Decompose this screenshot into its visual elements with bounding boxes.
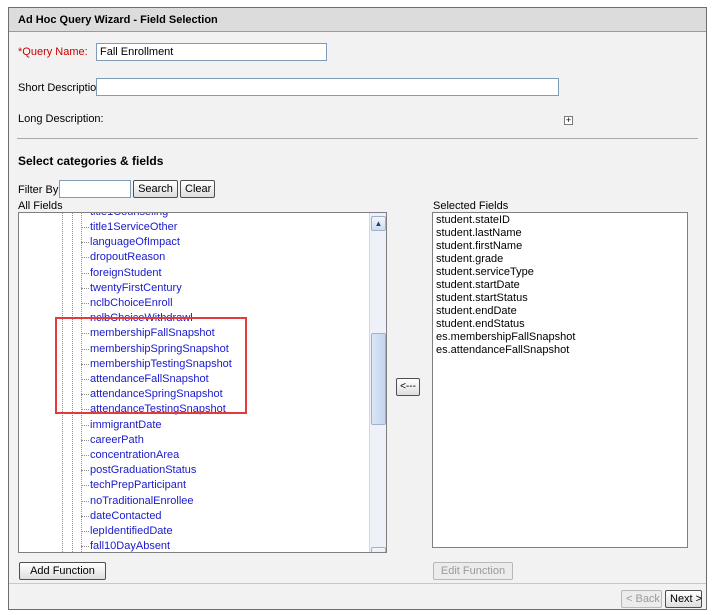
selected-field-item[interactable]: student.serviceType (433, 266, 687, 279)
tree-connector (81, 257, 89, 259)
filter-label: Filter By (18, 184, 59, 196)
tree-item-label: postGraduationStatus (90, 464, 197, 477)
arrow-up-icon[interactable]: ▲ (371, 216, 386, 231)
selected-field-item[interactable]: student.endStatus (433, 318, 687, 331)
tree-item-label: dropoutReason (90, 251, 166, 264)
tree-item-label: lepIdentifiedDate (90, 525, 173, 537)
selected-field-item[interactable]: student.startStatus (433, 292, 687, 305)
divider (17, 138, 698, 139)
tree-item-label: dateContacted (90, 509, 162, 522)
tree-item-label: techPrepParticipant (90, 479, 186, 492)
selected-field-item[interactable]: student.endDate (433, 305, 687, 318)
short-description-input[interactable] (96, 78, 559, 96)
selected-field-item[interactable]: es.attendanceFallSnapshot (433, 344, 687, 357)
long-description-label: Long Description: (18, 113, 104, 125)
selected-list: student.stateID student.lastName student.f… (433, 214, 687, 357)
wizard-window: Ad Hoc Query Wizard - Field Selection *Q… (8, 7, 707, 610)
tree-item-label: title1ServiceOther (90, 221, 178, 233)
query-name-label-text: Query Name: (22, 46, 88, 58)
tree-connector (81, 500, 89, 502)
tree-connector (81, 531, 89, 532)
tree-item-label: careerPath (90, 433, 144, 446)
selected-field-item[interactable]: student.lastName (433, 227, 687, 240)
tree-connector (81, 546, 89, 548)
tree-item-label: fall10DayAbsent (90, 540, 171, 553)
tree-connector (81, 227, 89, 228)
selected-field-item[interactable]: student.grade (433, 253, 687, 266)
short-description-label: Short Description: (18, 82, 106, 94)
selected-field-item[interactable]: student.stateID (433, 214, 687, 227)
back-button[interactable]: < Back (621, 590, 662, 608)
all-fields-label: All Fields (18, 200, 63, 212)
search-button[interactable]: Search (133, 180, 178, 198)
tree-connector (81, 515, 89, 517)
section-title: Select categories & fields (18, 154, 164, 168)
add-function-button[interactable]: Add Function (19, 562, 106, 580)
tree-item-label: title1Counseling (90, 212, 169, 218)
selected-fields-label: Selected Fields (433, 200, 509, 212)
tree-item-label: languageOfImpact (90, 236, 180, 249)
tree-connector (81, 455, 89, 456)
selected-field-item[interactable]: student.firstName (433, 240, 687, 253)
tree-connector (81, 439, 89, 441)
tree-connector (81, 485, 89, 487)
tree-item-label: noTraditionalEnrollee (90, 494, 194, 507)
selected-field-item[interactable]: es.membershipFallSnapshot (433, 331, 687, 344)
tree-item-label: foreignStudent (90, 266, 162, 279)
expand-plus-icon[interactable]: + (564, 116, 573, 125)
clear-button[interactable]: Clear (180, 180, 215, 198)
tree-connector (81, 424, 89, 426)
tree-connector (81, 272, 89, 274)
filter-input[interactable] (59, 180, 131, 198)
footer-divider (9, 583, 706, 584)
query-name-input[interactable] (96, 43, 327, 61)
scroll-thumb[interactable] (371, 333, 386, 425)
tree-connector (81, 242, 89, 244)
tree-item-label: nclbChoiceEnroll (90, 297, 173, 309)
query-name-label: *Query Name: (18, 46, 88, 58)
tree-item-label: immigrantDate (90, 418, 162, 431)
selected-field-item[interactable]: student.startDate (433, 279, 687, 292)
tree-connector (81, 287, 89, 289)
edit-function-button[interactable]: Edit Function (433, 562, 513, 580)
tree-item-label: twentyFirstCentury (90, 281, 182, 294)
tree-connector (81, 212, 89, 213)
all-fields-scrollbar[interactable]: ▲ ▼ (369, 213, 386, 552)
tree-item-label: concentrationArea (90, 449, 180, 461)
tree-connector (81, 470, 89, 472)
remove-field-button[interactable]: <--- (396, 378, 420, 396)
tree-connector (81, 303, 89, 304)
window-title: Ad Hoc Query Wizard - Field Selection (9, 8, 706, 32)
next-button[interactable]: Next > (665, 590, 702, 608)
arrow-down-icon[interactable]: ▼ (371, 547, 386, 552)
highlight-box (55, 317, 247, 414)
selected-fields-list[interactable]: student.stateID student.lastName student.f… (432, 212, 688, 548)
